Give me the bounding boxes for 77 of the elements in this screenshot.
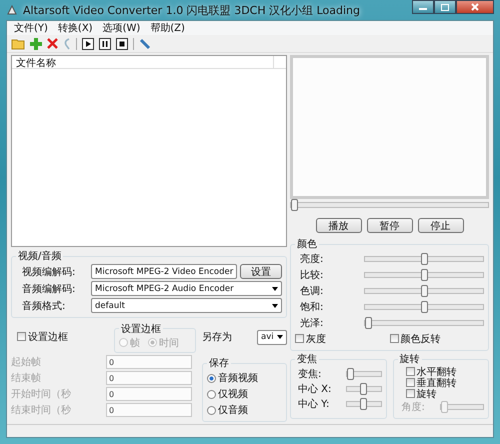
- slider-label: 中心 Y:: [297, 398, 330, 410]
- menu-item[interactable]: 文件(Y): [11, 21, 51, 35]
- settings-button[interactable]: 设置: [240, 264, 282, 279]
- group-title: 设置边框: [120, 322, 162, 336]
- dropdown[interactable]: Microsoft MPEG-2 Audio Encoder: [91, 281, 282, 296]
- checkbox-label: 灰度: [306, 332, 326, 346]
- radio-label: 帧: [130, 336, 140, 350]
- group-title: 旋转: [398, 352, 420, 366]
- checkbox[interactable]: [390, 334, 398, 344]
- field-label: 视频编解码:: [21, 266, 76, 278]
- slider[interactable]: [290, 202, 489, 208]
- slider[interactable]: [364, 256, 484, 262]
- field-label: 起始帧: [11, 356, 42, 369]
- checkbox[interactable]: [17, 332, 26, 342]
- slider-label: 比较:: [299, 268, 324, 282]
- field-label: 结束帧: [11, 372, 42, 385]
- radio-button[interactable]: [207, 390, 216, 398]
- slider-label: 光泽:: [299, 316, 324, 330]
- player-button[interactable]: 播放: [316, 218, 362, 233]
- field-label: 音频编解码:: [21, 282, 76, 296]
- field-label: 另存为: [202, 330, 232, 344]
- slider-label: 亮度:: [299, 252, 324, 266]
- checkbox[interactable]: [406, 378, 414, 387]
- checkbox-label: 设置边框: [28, 330, 68, 344]
- group-title: 颜色: [296, 238, 318, 251]
- checkbox-label: 旋转: [416, 388, 436, 400]
- field-label: 结束时间（秒: [11, 404, 72, 417]
- checkbox-label: 垂直翻转: [416, 376, 456, 388]
- delete-icon[interactable]: [47, 38, 58, 49]
- dropdown[interactable]: Microsoft MPEG-2 Video Encoder: [91, 264, 238, 279]
- close-button[interactable]: [456, 0, 494, 14]
- stop-icon[interactable]: [116, 38, 128, 50]
- pause-icon[interactable]: [99, 38, 111, 50]
- slider-label: 角度:: [400, 400, 426, 414]
- minimize-button[interactable]: [412, 0, 434, 14]
- field-label: 开始时间（秒: [11, 388, 72, 401]
- player-button[interactable]: 暂停: [366, 218, 412, 233]
- checkbox-label: 水平翻转: [416, 366, 456, 378]
- dropdown[interactable]: default: [91, 298, 282, 313]
- checkbox[interactable]: [406, 389, 414, 398]
- group-title: 保存: [208, 357, 230, 370]
- slider-label: 中心 X:: [297, 382, 332, 396]
- group-title: 视频/音频: [17, 250, 62, 263]
- close-icon: [471, 3, 479, 11]
- slider[interactable]: [440, 404, 484, 410]
- radio-label: 仅视频: [218, 388, 248, 401]
- maximize-button[interactable]: [434, 0, 456, 14]
- slider[interactable]: [364, 288, 484, 294]
- dropdown[interactable]: avi: [257, 330, 287, 344]
- maximize-icon: [441, 4, 449, 10]
- radio-label: 仅音频: [218, 404, 248, 417]
- file-list[interactable]: 文件名称: [11, 55, 287, 247]
- field-label: 音频格式:: [21, 300, 66, 312]
- slider-label: 变焦:: [297, 368, 322, 380]
- player-button[interactable]: 停止: [418, 218, 464, 233]
- add-icon[interactable]: [30, 38, 42, 50]
- radio-label: 音频视频: [218, 372, 258, 385]
- play-icon[interactable]: [82, 38, 94, 50]
- menu-item[interactable]: 选项(W): [100, 21, 144, 35]
- radio-button[interactable]: [207, 374, 216, 382]
- slider[interactable]: [364, 304, 484, 310]
- slider-label: 色调:: [299, 285, 324, 298]
- window-title: Altarsoft Video Converter 1.0 闪电联盟 3DCH 汉化小组 Loading: [23, 2, 362, 18]
- slider[interactable]: [364, 272, 484, 278]
- app-icon: [6, 4, 18, 16]
- menu-item[interactable]: 帮助(Z): [147, 21, 188, 35]
- column-header[interactable]: 文件名称: [12, 56, 274, 68]
- folder-icon[interactable]: [11, 38, 25, 50]
- checkbox[interactable]: [406, 367, 414, 376]
- radio-label: 时间: [159, 336, 179, 350]
- checkbox[interactable]: [295, 334, 304, 344]
- slider-label: 饱和:: [299, 300, 324, 314]
- group-title: 变焦: [296, 352, 318, 366]
- checkbox-label: 颜色反转: [400, 332, 440, 346]
- slider[interactable]: [364, 320, 484, 326]
- menu-item[interactable]: 转换(X): [54, 21, 96, 35]
- radio-button[interactable]: [207, 406, 216, 414]
